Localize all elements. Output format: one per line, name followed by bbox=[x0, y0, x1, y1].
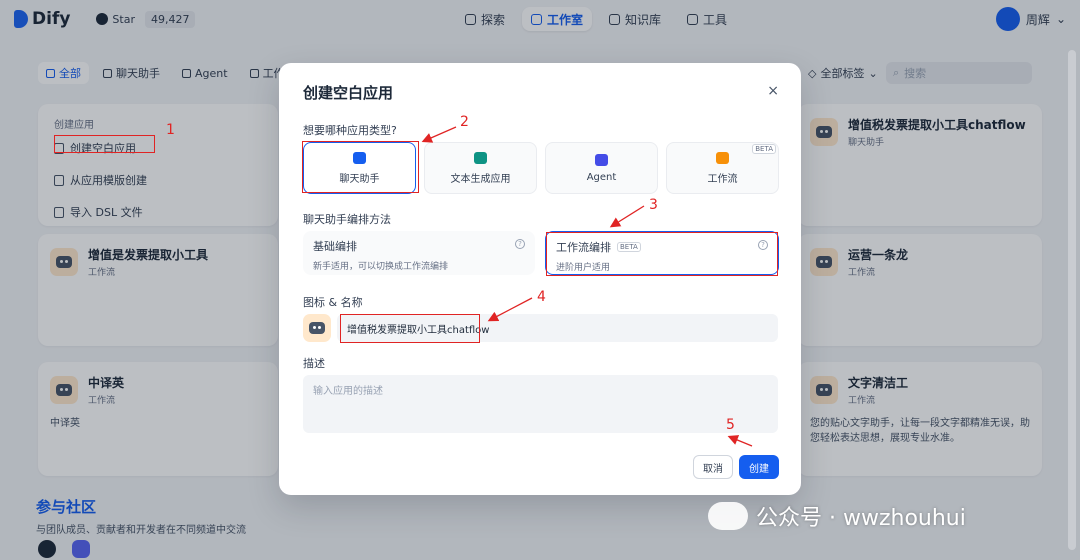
wechat-icon bbox=[708, 502, 748, 530]
annotation-arrows bbox=[421, 126, 753, 447]
watermark: 公众号 · wwzhouhui bbox=[708, 500, 966, 532]
arrow-4 bbox=[487, 297, 533, 322]
arrow-3 bbox=[609, 205, 645, 228]
arrow-5 bbox=[727, 435, 753, 447]
arrow-2 bbox=[421, 126, 457, 143]
